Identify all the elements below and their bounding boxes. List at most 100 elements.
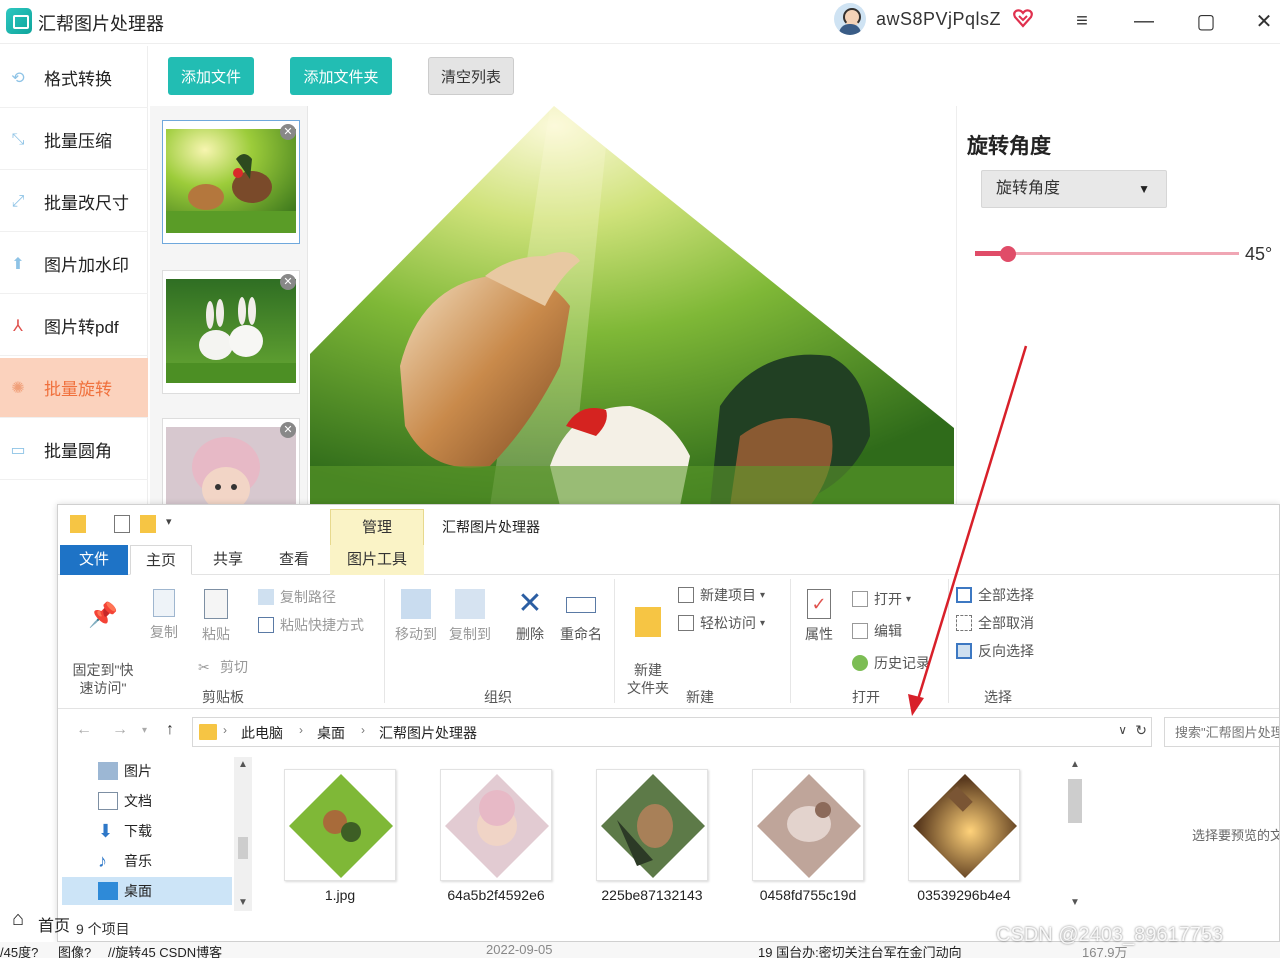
refresh-icon[interactable]: ↻: [1135, 722, 1147, 739]
navigation-scrollbar[interactable]: ▲ ▼: [234, 757, 252, 911]
nav-item-desktop[interactable]: 桌面: [62, 877, 232, 905]
new-folder-icon: [635, 607, 661, 637]
remove-thumbnail-icon[interactable]: ✕: [280, 124, 296, 140]
nav-item-music[interactable]: ♪ 音乐: [98, 847, 248, 875]
thumbnail-list[interactable]: ✕ ✕ ✕: [150, 106, 308, 506]
nav-item-pictures[interactable]: 图片: [98, 757, 248, 785]
tab-picture-tools[interactable]: 图片工具: [330, 545, 424, 575]
properties-button[interactable]: ✓ 属性: [796, 589, 842, 643]
minimize-button[interactable]: —: [1128, 6, 1160, 36]
file-item[interactable]: 64a5b2f4592e6: [428, 767, 552, 907]
close-button[interactable]: ✕: [1248, 6, 1280, 36]
invert-selection-button[interactable]: 反向选择: [956, 641, 1034, 661]
add-file-button[interactable]: 添加文件: [168, 57, 254, 95]
tab-home[interactable]: 主页: [130, 545, 192, 575]
scroll-down-icon[interactable]: ▼: [1070, 897, 1080, 908]
rename-button[interactable]: 重命名: [558, 589, 604, 643]
add-folder-button[interactable]: 添加文件夹: [290, 57, 392, 95]
background-fragment: 图像?: [58, 945, 92, 958]
tab-share[interactable]: 共享: [198, 545, 258, 575]
breadcrumb-current-folder[interactable]: 汇帮图片处理器: [379, 723, 477, 743]
copy-path-label: 复制路径: [280, 589, 336, 605]
nav-item-documents[interactable]: 文档: [98, 787, 248, 815]
scroll-down-icon[interactable]: ▼: [238, 897, 248, 908]
vip-heart-icon[interactable]: [1012, 7, 1034, 29]
select-none-button[interactable]: 全部取消: [956, 613, 1034, 633]
sidebar-item-rotate[interactable]: ✺ 批量旋转: [0, 358, 148, 418]
back-arrow-icon[interactable]: ←: [76, 721, 92, 739]
search-input[interactable]: [1164, 717, 1279, 747]
address-bar[interactable]: › 此电脑 › 桌面 › 汇帮图片处理器 ∨ ↻: [192, 717, 1152, 747]
thumbnail-baby[interactable]: ✕: [162, 418, 300, 506]
background-fragment: 19 国台办:密切关注台军在金门动向: [758, 945, 962, 958]
scrollbar-thumb[interactable]: [238, 837, 248, 859]
sidebar-item-watermark[interactable]: ⬆ 图片加水印: [0, 234, 148, 294]
history-button[interactable]: 历史记录: [852, 653, 930, 673]
ribbon-separator: [384, 579, 385, 703]
folder-icon[interactable]: [70, 515, 86, 533]
open-button[interactable]: 打开 ▾: [852, 589, 911, 609]
scrollbar-thumb[interactable]: [1068, 779, 1082, 823]
ribbon-tabs: 文件 主页 共享 查看 图片工具: [58, 545, 1279, 575]
rotate-angle-slider[interactable]: [975, 244, 1239, 264]
home-icon[interactable]: ⌂: [12, 908, 24, 931]
copy-path-button[interactable]: 复制路径: [258, 587, 336, 607]
file-list-scrollbar[interactable]: ▲ ▼: [1064, 757, 1084, 911]
file-explorer-window: ▾ 管理 汇帮图片处理器 文件 主页 共享 查看 图片工具 📌 固定到"快 速访…: [57, 504, 1280, 942]
edit-button[interactable]: 编辑: [852, 621, 902, 641]
sidebar-item-compress[interactable]: ⤡ 批量压缩: [0, 110, 148, 170]
properties-check-icon[interactable]: [114, 515, 130, 533]
thumbnail-chickens[interactable]: ✕: [162, 120, 300, 244]
format-convert-icon: ⟲: [11, 69, 25, 87]
select-all-button[interactable]: 全部选择: [956, 585, 1034, 605]
remove-thumbnail-icon[interactable]: ✕: [280, 422, 296, 438]
dropdown-arrow-icon: ▼: [1138, 182, 1150, 196]
breadcrumb-this-pc[interactable]: 此电脑: [241, 723, 283, 743]
forward-arrow-icon[interactable]: →: [112, 721, 128, 739]
home-label[interactable]: 首页: [38, 912, 70, 936]
thumbnail-rabbits[interactable]: ✕: [162, 270, 300, 394]
paste-shortcut-button[interactable]: 粘贴快捷方式: [258, 615, 364, 635]
tab-view[interactable]: 查看: [264, 545, 324, 575]
username[interactable]: awS8PVjPqlsZ: [876, 9, 1001, 30]
sidebar-item-round-corner[interactable]: ▭ 批量圆角: [0, 420, 148, 480]
new-folder-icon[interactable]: [140, 515, 156, 533]
easy-access-button[interactable]: 轻松访问 ▾: [678, 613, 765, 633]
customize-qa-icon[interactable]: ▾: [166, 515, 172, 528]
move-to-button[interactable]: 移动到: [390, 589, 442, 643]
user-avatar[interactable]: [834, 3, 866, 35]
sidebar-item-resize[interactable]: ⤢ 批量改尺寸: [0, 172, 148, 232]
file-item[interactable]: 1.jpg: [272, 767, 396, 907]
copy-to-icon: [455, 589, 485, 619]
cut-button[interactable]: ✂ 剪切: [198, 657, 248, 677]
scroll-up-icon[interactable]: ▲: [238, 759, 248, 770]
file-item[interactable]: 0458fd755c19d: [740, 767, 864, 907]
pin-quick-access-button[interactable]: 📌 固定到"快 速访问": [68, 589, 138, 697]
recent-locations-icon[interactable]: ▾: [142, 725, 147, 736]
rotate-angle-select[interactable]: 旋转角度 ▼: [981, 170, 1167, 208]
sidebar-item-format-convert[interactable]: ⟲ 格式转换: [0, 48, 148, 108]
up-arrow-icon[interactable]: ↑: [166, 721, 174, 739]
maximize-button[interactable]: ▢: [1190, 6, 1222, 36]
sidebar-item-to-pdf[interactable]: ⅄ 图片转pdf: [0, 296, 148, 356]
address-dropdown-icon[interactable]: ∨: [1118, 723, 1127, 737]
remove-thumbnail-icon[interactable]: ✕: [280, 274, 296, 290]
new-item-icon: [678, 587, 694, 603]
delete-button[interactable]: ✕ 删除: [504, 589, 556, 643]
file-item[interactable]: 225be87132143: [584, 767, 708, 907]
new-folder-button[interactable]: 新建 文件夹: [620, 589, 676, 697]
file-item[interactable]: 03539296b4e4: [896, 767, 1020, 907]
copy-button[interactable]: 复制: [144, 589, 184, 641]
paste-button[interactable]: 粘贴: [194, 589, 238, 643]
tab-file[interactable]: 文件: [60, 545, 128, 575]
copy-to-button[interactable]: 复制到: [444, 589, 496, 643]
new-item-button[interactable]: 新建项目 ▾: [678, 585, 765, 605]
dropdown-arrow-icon: ▾: [760, 617, 766, 629]
scroll-up-icon[interactable]: ▲: [1070, 759, 1080, 770]
clear-list-button[interactable]: 清空列表: [428, 57, 514, 95]
nav-item-downloads[interactable]: ⬇ 下载: [98, 817, 248, 845]
context-tab-manage[interactable]: 管理: [330, 509, 424, 545]
menu-icon[interactable]: ≡: [1066, 6, 1098, 36]
slider-thumb[interactable]: [1000, 246, 1016, 262]
breadcrumb-desktop[interactable]: 桌面: [317, 723, 345, 743]
